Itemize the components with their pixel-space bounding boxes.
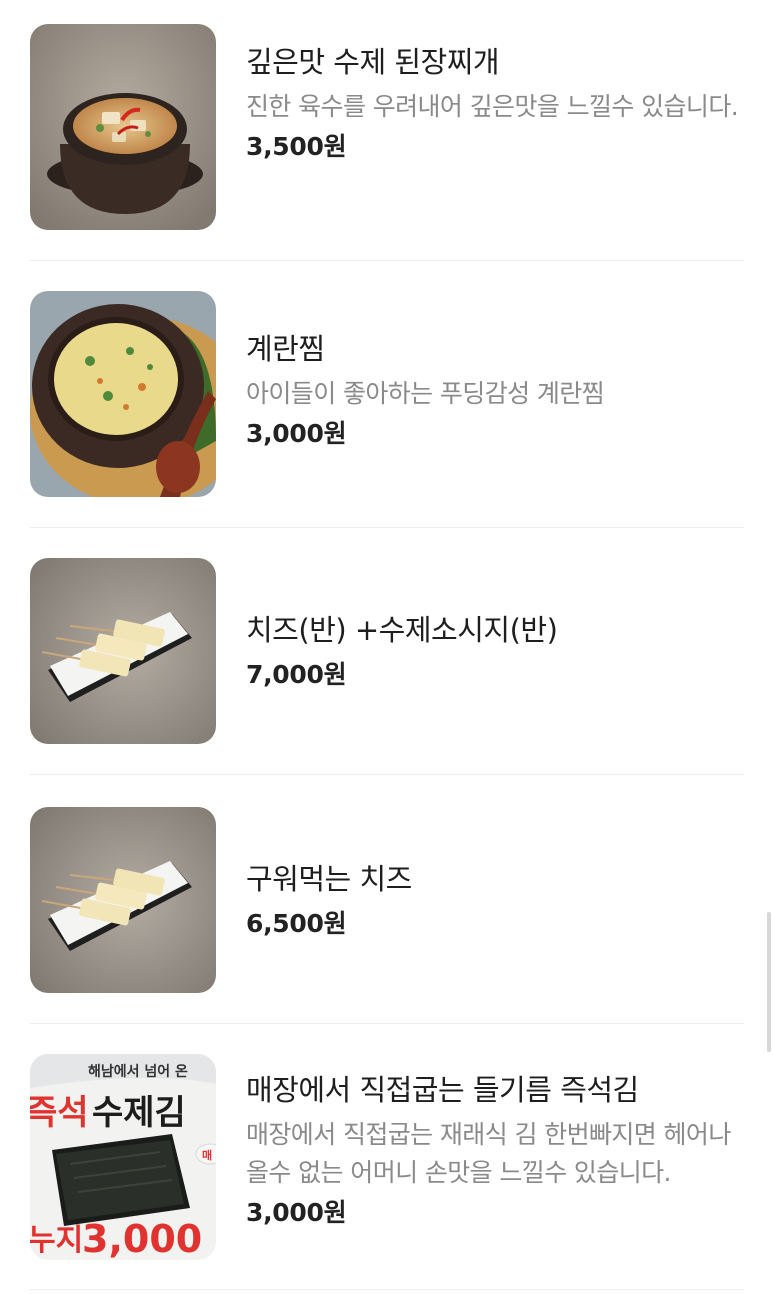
doenjang-stew-photo bbox=[30, 24, 216, 230]
laver-top-text: 해남에서 넘어 온 bbox=[88, 1063, 188, 1080]
menu-item-seasoned-laver[interactable]: 해남에서 넘어 온 즉석 수제김 매 누지 3,000 매장에서 직접굽는 들기… bbox=[30, 1054, 744, 1260]
item-name: 계란찜 bbox=[246, 332, 325, 366]
cheese-sausage-skewers-photo bbox=[30, 558, 216, 744]
laver-headline-left: 즉석 bbox=[30, 1093, 89, 1133]
divider bbox=[30, 1023, 744, 1024]
laver-headline-right: 수제김 bbox=[92, 1093, 186, 1133]
item-price: 6,500원 bbox=[246, 909, 347, 938]
item-price: 3,000원 bbox=[246, 419, 347, 448]
item-name: 치즈(반) +수제소시지(반) bbox=[246, 613, 558, 647]
item-price: 3,500원 bbox=[246, 132, 347, 161]
item-price: 7,000원 bbox=[246, 660, 347, 689]
item-description: 진한 육수를 우려내어 깊은맛을 느낄수 있습니다. bbox=[246, 92, 739, 121]
item-name: 매장에서 직접굽는 들기름 즉석김 bbox=[246, 1073, 639, 1107]
menu-item-steamed-egg[interactable]: 계란찜 아이들이 좋아하는 푸딩감성 계란찜 3,000원 bbox=[30, 291, 744, 497]
grilled-cheese-skewers-photo bbox=[30, 807, 216, 993]
item-name: 구워먹는 치즈 bbox=[246, 862, 412, 896]
item-name: 깊은맛 수제 된장찌개 bbox=[246, 45, 500, 79]
item-price: 3,000원 bbox=[246, 1198, 347, 1227]
item-description: 매장에서 직접굽는 재래식 김 한번빠지면 헤어나올수 없는 어머니 손맛을 느… bbox=[246, 1120, 731, 1187]
menu-item-doenjang-stew[interactable]: 깊은맛 수제 된장찌개 진한 육수를 우려내어 깊은맛을 느낄수 있습니다. 3… bbox=[30, 24, 744, 230]
divider bbox=[30, 774, 744, 775]
steamed-egg-photo bbox=[30, 291, 216, 497]
divider bbox=[30, 1289, 744, 1290]
item-description: 아이들이 좋아하는 푸딩감성 계란찜 bbox=[246, 379, 605, 408]
menu-item-grilled-cheese[interactable]: 구워먹는 치즈 6,500원 bbox=[30, 807, 744, 993]
laver-badge-text: 매 bbox=[202, 1148, 212, 1162]
divider bbox=[30, 260, 744, 261]
menu-item-cheese-sausage[interactable]: 치즈(반) +수제소시지(반) 7,000원 bbox=[30, 558, 744, 744]
laver-bottom-left: 누지 bbox=[30, 1223, 83, 1258]
scrollbar[interactable] bbox=[767, 912, 771, 1052]
divider bbox=[30, 527, 744, 528]
laver-bottom-price: 3,000 bbox=[82, 1217, 202, 1260]
seasoned-laver-photo: 해남에서 넘어 온 즉석 수제김 매 누지 3,000 bbox=[30, 1054, 216, 1260]
